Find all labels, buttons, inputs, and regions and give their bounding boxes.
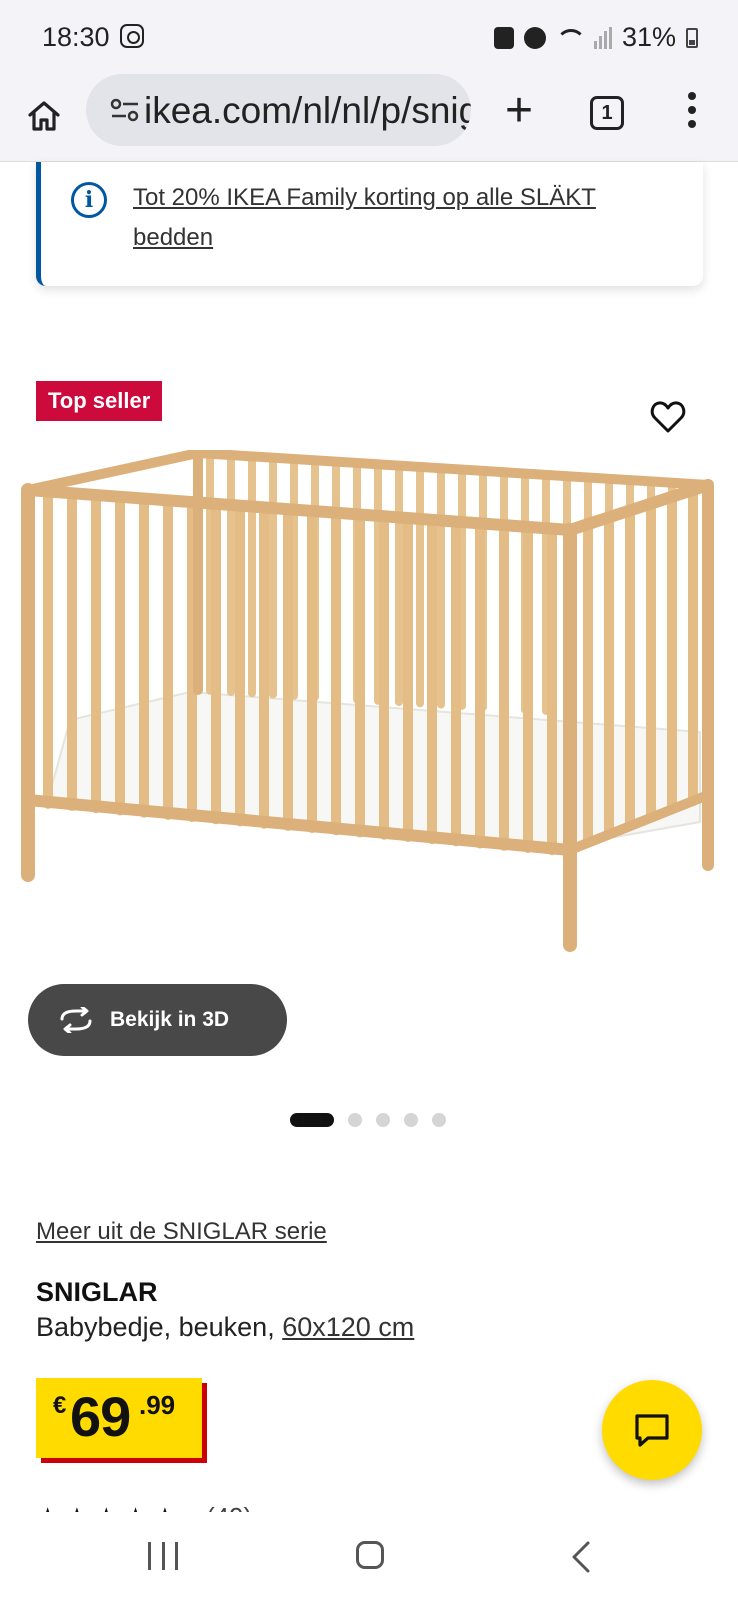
clock: 18:30 xyxy=(42,22,110,52)
promo-banner: i Tot 20% IKEA Family korting op alle SL… xyxy=(36,162,703,286)
system-nav-bar xyxy=(0,1512,738,1600)
price-tag: € 69 .99 xyxy=(36,1378,202,1458)
carousel-dot[interactable] xyxy=(376,1113,390,1127)
top-seller-badge: Top seller xyxy=(36,381,163,421)
price-currency: € xyxy=(53,1392,67,1419)
status-bar: 18:30 31% xyxy=(0,0,738,72)
battery-percent: 31% xyxy=(621,22,676,52)
crib-image[interactable] xyxy=(10,450,728,970)
product-name: SNIGLAR xyxy=(36,1277,158,1307)
carousel-dot[interactable] xyxy=(432,1113,446,1127)
view-3d-button[interactable]: Bekijk in 3D xyxy=(28,984,287,1056)
tabs-icon[interactable]: 1 xyxy=(590,96,624,130)
status-icons: 31% xyxy=(493,22,698,53)
plus-icon[interactable]: + xyxy=(496,87,542,136)
info-icon: i xyxy=(71,182,107,218)
heart-icon[interactable] xyxy=(650,400,686,434)
alarm-icon xyxy=(523,26,546,49)
carousel-dot[interactable] xyxy=(290,1113,334,1127)
browser-toolbar: ikea.com/nl/nl/p/snig + 1 xyxy=(0,72,738,162)
rotate-3d-icon xyxy=(60,1007,92,1033)
home-icon[interactable] xyxy=(22,94,66,138)
wifi-icon xyxy=(555,27,586,49)
carousel-indicator xyxy=(290,1113,446,1127)
price-decimal: .99 xyxy=(139,1390,176,1420)
recent-apps-icon[interactable] xyxy=(148,1542,178,1570)
view-3d-label: Bekijk in 3D xyxy=(110,1008,230,1031)
rating[interactable]: ★★★★★ (49) xyxy=(36,1500,276,1512)
price-integer: 69 xyxy=(70,1385,131,1448)
address-bar[interactable]: ikea.com/nl/nl/p/snig xyxy=(86,74,471,146)
size-link[interactable]: 60x120 cm xyxy=(282,1312,414,1342)
chat-icon xyxy=(635,1414,669,1447)
home-nav-icon[interactable] xyxy=(356,1541,384,1569)
series-link[interactable]: Meer uit de SNIGLAR serie xyxy=(36,1218,327,1246)
battery-saver-icon xyxy=(493,26,514,49)
product-description: Babybedje, beuken, 60x120 cm xyxy=(36,1312,414,1343)
back-icon[interactable] xyxy=(566,1540,596,1574)
battery-icon xyxy=(686,27,698,48)
promo-link[interactable]: Tot 20% IKEA Family korting op alle SLÄK… xyxy=(133,178,663,258)
review-count: (49) xyxy=(206,1502,252,1512)
signal-icon xyxy=(593,26,612,49)
instagram-icon xyxy=(120,24,144,48)
star-rating-icon: ★★★★★ xyxy=(36,1502,183,1512)
site-settings-icon[interactable] xyxy=(110,98,140,122)
url-text[interactable]: ikea.com/nl/nl/p/snig xyxy=(144,90,471,132)
carousel-dot[interactable] xyxy=(348,1113,362,1127)
chat-button[interactable] xyxy=(602,1380,702,1480)
more-vert-icon[interactable] xyxy=(682,92,702,132)
product-type: Babybedje, beuken, xyxy=(36,1312,275,1342)
carousel-dot[interactable] xyxy=(404,1113,418,1127)
